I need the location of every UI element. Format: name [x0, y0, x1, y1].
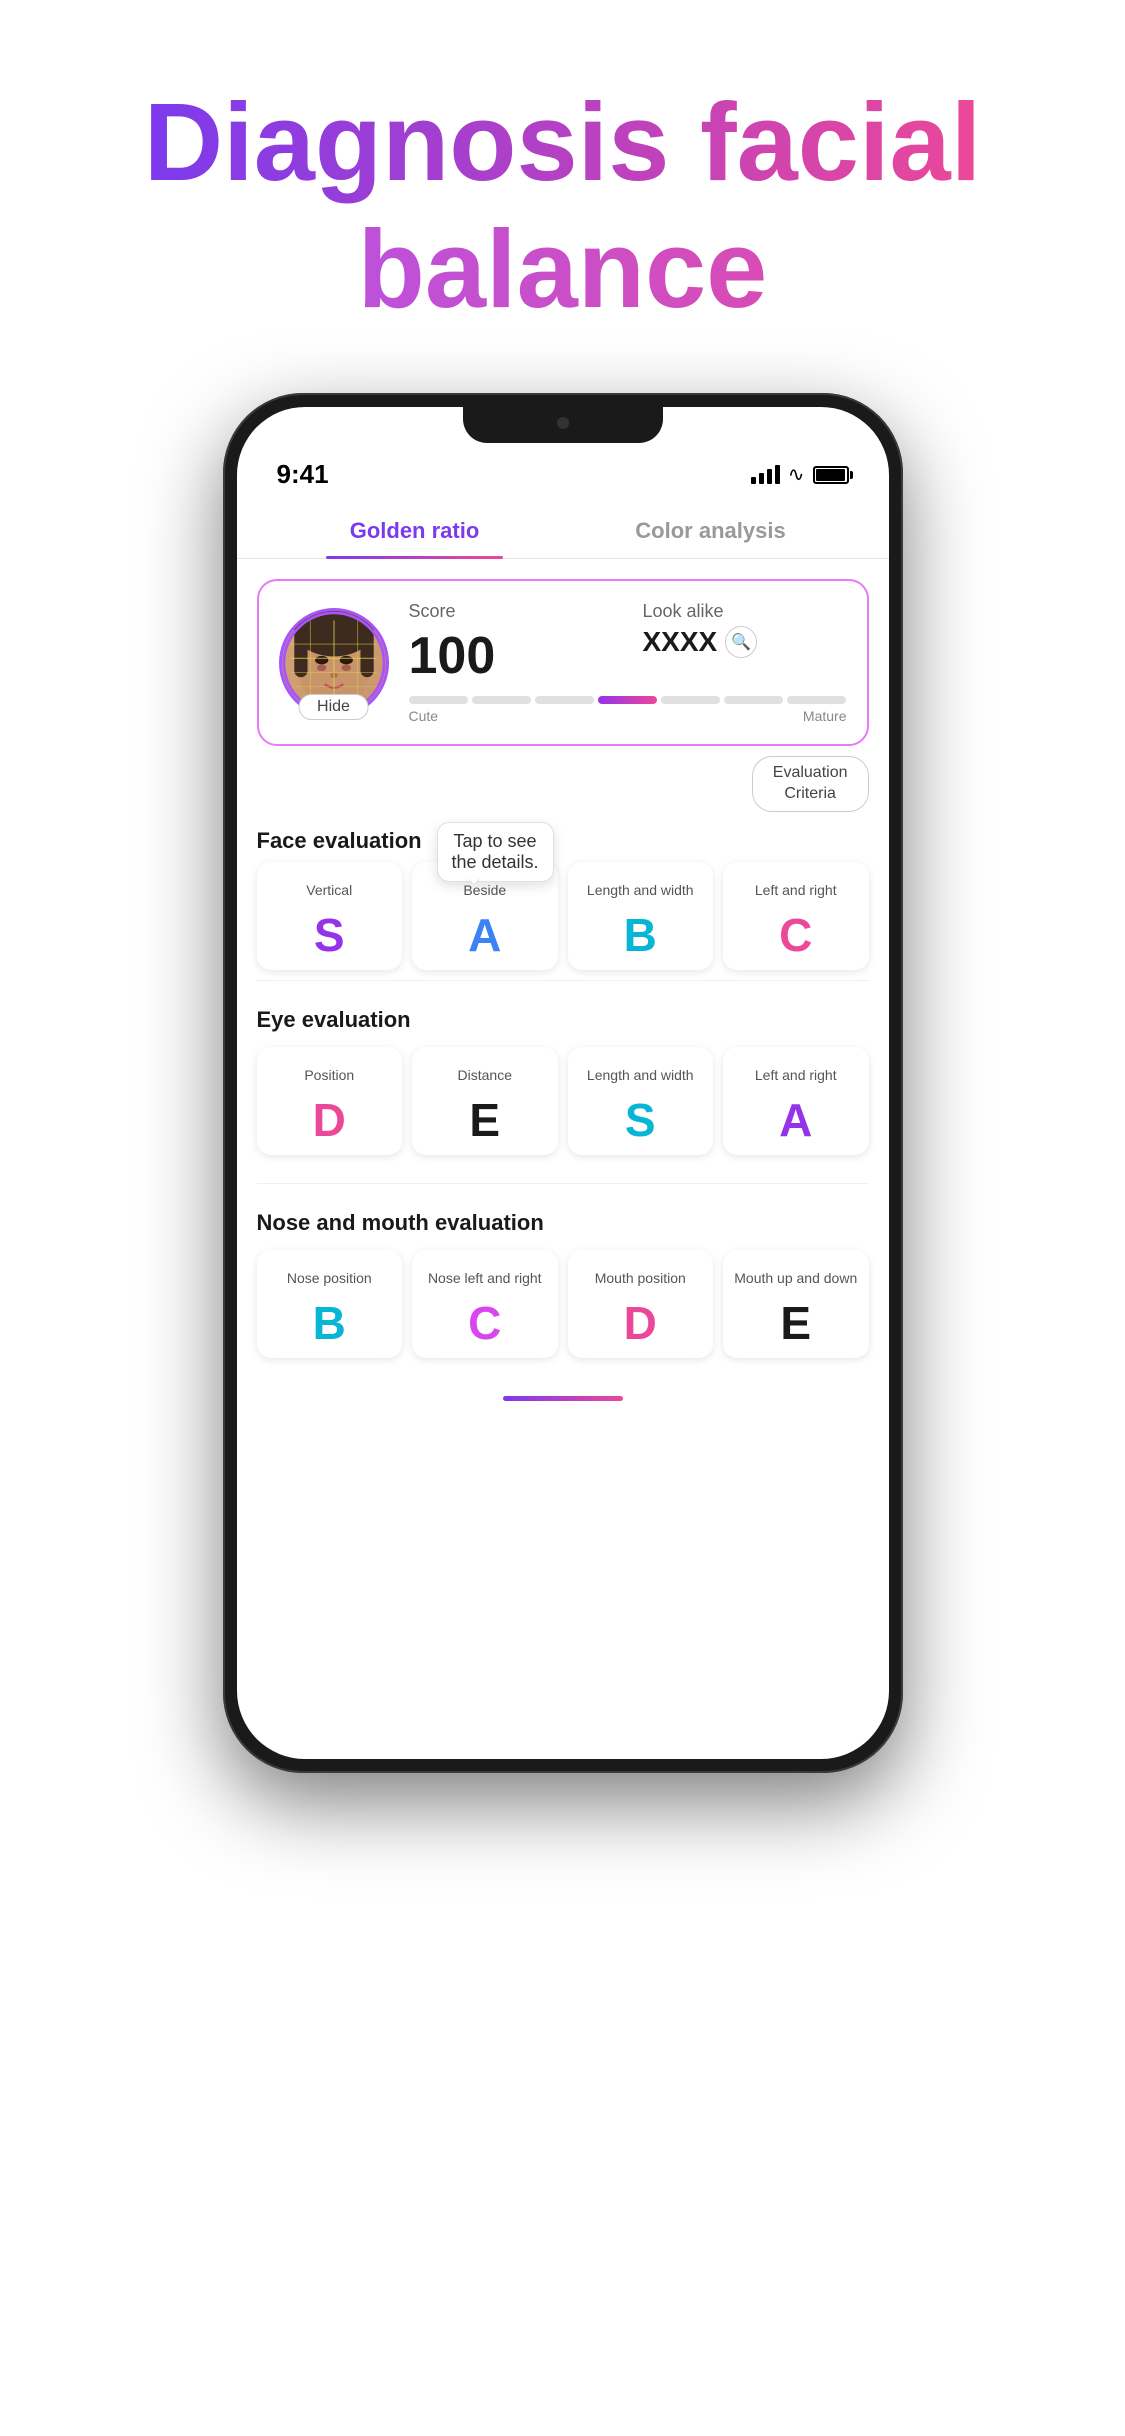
lookalike-col: Look alike XXXX 🔍	[643, 601, 847, 686]
nose-mouth-title: Nose and mouth evaluation	[257, 1210, 869, 1236]
eye-dist-letter: E	[422, 1097, 548, 1143]
face-grade-vertical[interactable]: Vertical S	[257, 862, 403, 970]
mouth-pos-label: Mouth position	[578, 1262, 704, 1294]
score-label: Score	[409, 601, 613, 622]
score-row: Score 100 Look alike XXXX 🔍	[409, 601, 847, 686]
phone-frame: 9:41 ∿ Golden ratio	[223, 393, 903, 1773]
face-grade-lr-label: Left and right	[733, 874, 859, 906]
bar-seg-2	[472, 696, 531, 704]
face-grade-lr[interactable]: Left and right C	[723, 862, 869, 970]
eval-criteria-button[interactable]: EvaluationCriteria	[752, 756, 869, 812]
avatar-wrapper: Hide	[279, 608, 389, 718]
divider-1	[257, 980, 869, 981]
face-eval-header: Face evaluation Tap to seethe details.	[237, 820, 889, 862]
lookalike-label: Look alike	[643, 601, 847, 622]
face-grade-vertical-letter: S	[267, 912, 393, 958]
face-grade-beside-letter: A	[422, 912, 548, 958]
score-info: Score 100 Look alike XXXX 🔍	[409, 601, 847, 724]
nose-mouth-section: Nose and mouth evaluation Nose position …	[237, 1194, 889, 1376]
bar-track	[409, 696, 847, 704]
nose-lr-label: Nose left and right	[422, 1262, 548, 1294]
face-eval-grade-grid: Vertical S Beside A Length and width B L…	[237, 862, 889, 970]
word-balance: balance	[60, 207, 1065, 334]
bar-seg-4-active	[598, 696, 657, 704]
face-grade-lr-letter: C	[733, 912, 859, 958]
face-eval-tooltip: Tap to seethe details.	[437, 822, 554, 882]
eye-pos-label: Position	[267, 1059, 393, 1091]
hide-button[interactable]: Hide	[298, 694, 369, 720]
tab-color-analysis[interactable]: Color analysis	[563, 508, 859, 558]
bar-seg-7	[787, 696, 846, 704]
eye-grade-lw[interactable]: Length and width S	[568, 1047, 714, 1155]
battery-icon	[813, 466, 849, 484]
nose-lr-letter: C	[422, 1300, 548, 1346]
face-grade-vertical-label: Vertical	[267, 874, 393, 906]
lookalike-search-button[interactable]: 🔍	[725, 626, 757, 658]
mouth-grade-ud[interactable]: Mouth up and down E	[723, 1250, 869, 1358]
bar-seg-1	[409, 696, 468, 704]
score-card: Hide Score 100 Look alike XXXX	[257, 579, 869, 746]
tabs-bar: Golden ratio Color analysis	[237, 498, 889, 559]
status-icons: ∿	[751, 462, 849, 487]
word-diagnosis: Diagnosis facial	[144, 81, 982, 204]
cuteness-bar: Cute Mature	[409, 696, 847, 724]
eye-grade-distance[interactable]: Distance E	[412, 1047, 558, 1155]
eye-grade-position[interactable]: Position D	[257, 1047, 403, 1155]
eye-lw-label: Length and width	[578, 1059, 704, 1091]
nose-grade-lr[interactable]: Nose left and right C	[412, 1250, 558, 1358]
nose-pos-label: Nose position	[267, 1262, 393, 1294]
mouth-ud-label: Mouth up and down	[733, 1262, 859, 1294]
score-col: Score 100	[409, 601, 613, 686]
status-time: 9:41	[277, 459, 329, 490]
eval-criteria-wrapper: EvaluationCriteria	[237, 756, 889, 820]
bar-seg-6	[724, 696, 783, 704]
eye-eval-grade-grid: Position D Distance E Length and width S…	[257, 1047, 869, 1155]
face-grade-lw-label: Length and width	[578, 874, 704, 906]
phone-screen: 9:41 ∿ Golden ratio	[237, 407, 889, 1759]
bottom-bar	[503, 1396, 623, 1401]
bar-seg-5	[661, 696, 720, 704]
eye-pos-letter: D	[267, 1097, 393, 1143]
mouth-grade-position[interactable]: Mouth position D	[568, 1250, 714, 1358]
tab-golden-ratio[interactable]: Golden ratio	[267, 508, 563, 558]
wifi-icon: ∿	[788, 462, 805, 487]
face-eval-title: Face evaluation	[257, 828, 869, 854]
bar-seg-3	[535, 696, 594, 704]
score-value: 100	[409, 626, 613, 686]
eye-grade-lr[interactable]: Left and right A	[723, 1047, 869, 1155]
phone-notch	[463, 407, 663, 443]
mouth-pos-letter: D	[578, 1300, 704, 1346]
mouth-ud-letter: E	[733, 1300, 859, 1346]
nose-mouth-grade-grid: Nose position B Nose left and right C Mo…	[257, 1250, 869, 1358]
eye-eval-section: Eye evaluation Position D Distance E Len…	[237, 991, 889, 1173]
eye-dist-label: Distance	[422, 1059, 548, 1091]
divider-2	[257, 1183, 869, 1184]
hero-section: Diagnosis facial balance	[0, 0, 1125, 373]
eye-lw-letter: S	[578, 1097, 704, 1143]
lookalike-value: XXXX 🔍	[643, 626, 847, 658]
nose-grade-position[interactable]: Nose position B	[257, 1250, 403, 1358]
phone-wrapper: 9:41 ∿ Golden ratio	[0, 373, 1125, 1833]
eye-eval-title: Eye evaluation	[257, 1007, 869, 1033]
hero-title-line1: Diagnosis facial	[60, 80, 1065, 207]
cute-label: Cute	[409, 708, 439, 724]
mature-label: Mature	[803, 708, 847, 724]
face-grade-length-width[interactable]: Length and width B	[568, 862, 714, 970]
eye-lr-label: Left and right	[733, 1059, 859, 1091]
face-grade-lw-letter: B	[578, 912, 704, 958]
signal-icon	[751, 465, 780, 484]
nose-pos-letter: B	[267, 1300, 393, 1346]
bar-labels: Cute Mature	[409, 708, 847, 724]
eye-lr-letter: A	[733, 1097, 859, 1143]
